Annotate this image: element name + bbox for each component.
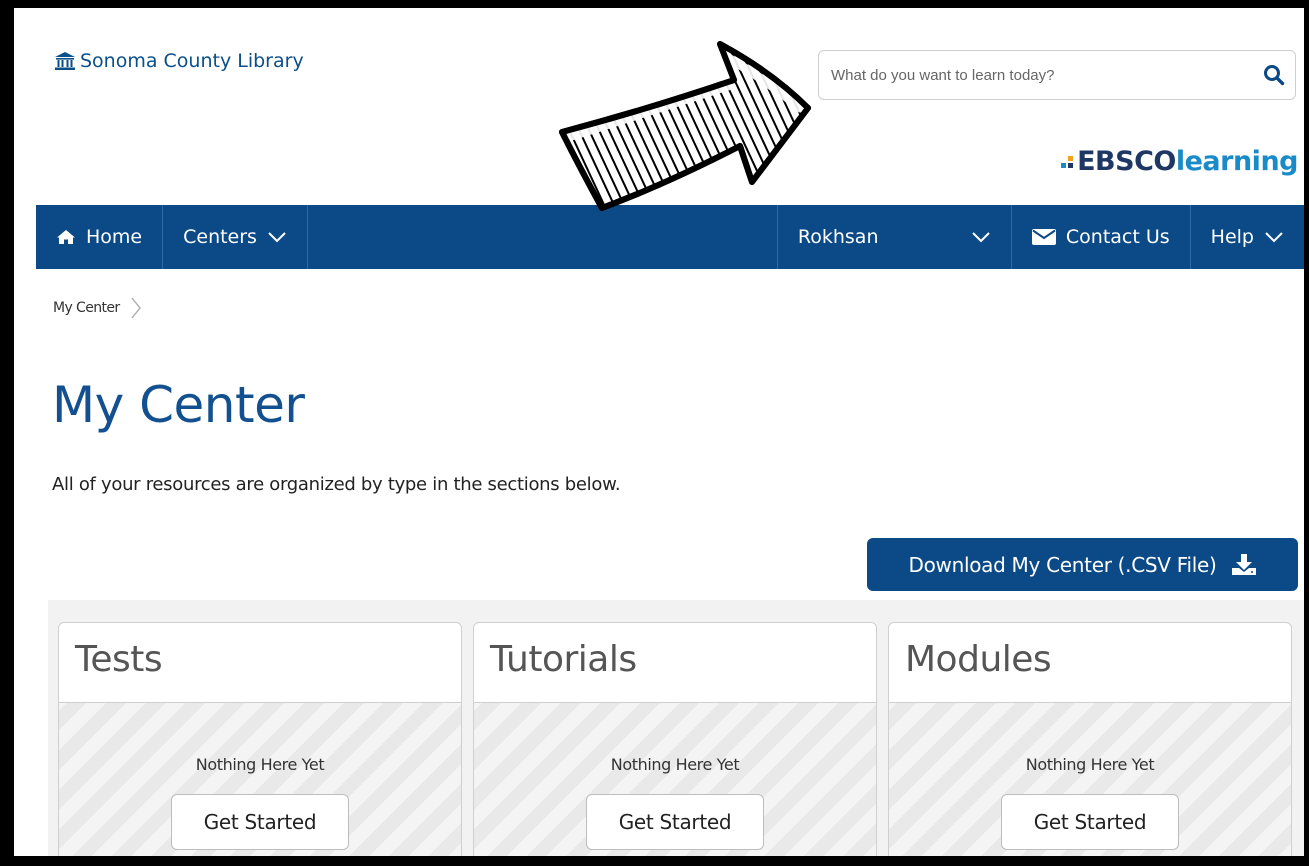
nav-home-label: Home [86,226,143,248]
page-title: My Center [52,376,305,434]
card-title: Modules [889,623,1291,703]
nav-home[interactable]: Home [36,205,164,269]
library-building-icon [55,52,75,70]
get-started-button[interactable]: Get Started [1001,794,1179,850]
nav-user-label: Rokhsan [797,226,879,248]
download-label: Download My Center (.CSV File) [908,552,1217,577]
nav-help-label: Help [1210,226,1254,248]
card-tests: Tests Nothing Here Yet Get Started [58,622,462,856]
breadcrumb-current[interactable]: My Center [53,300,120,316]
ebsco-brand-prefix: EBSCO [1077,146,1176,177]
card-tutorials: Tutorials Nothing Here Yet Get Started [473,622,877,856]
card-body: Nothing Here Yet Get Started [889,703,1291,856]
nav-contact[interactable]: Contact Us [1012,205,1191,269]
search-input[interactable] [831,66,1263,84]
nav-centers[interactable]: Centers [163,205,308,269]
card-title: Tests [59,623,461,703]
get-started-button[interactable]: Get Started [586,794,764,850]
card-title: Tutorials [474,623,876,703]
annotation-arrow-icon [559,41,811,211]
nav-help[interactable]: Help [1191,205,1304,269]
page-subtitle: All of your resources are organized by t… [52,474,621,495]
chevron-down-icon [972,232,990,243]
chevron-down-icon [1265,232,1283,243]
search-icon[interactable] [1263,64,1285,86]
library-name: Sonoma County Library [80,50,304,72]
page-frame: Sonoma County Library EBSCOlearning Home… [14,8,1304,856]
breadcrumb: My Center [53,296,142,320]
empty-state-text: Nothing Here Yet [610,755,740,774]
empty-state-text: Nothing Here Yet [1025,755,1155,774]
chevron-right-icon [131,297,141,319]
download-icon [1231,553,1256,575]
nav-centers-label: Centers [183,226,257,248]
nav-contact-label: Contact Us [1065,226,1170,248]
ebsco-brand-suffix: learning [1175,146,1299,177]
home-icon [57,230,75,244]
empty-state-text: Nothing Here Yet [195,755,325,774]
download-csv-button[interactable]: Download My Center (.CSV File) [867,538,1298,591]
ebsco-dots-icon [1061,155,1074,168]
search-box [818,50,1296,100]
ebsco-learning-logo: EBSCO learning [1061,146,1299,177]
get-started-button[interactable]: Get Started [171,794,349,850]
envelope-icon [1031,229,1056,245]
card-body: Nothing Here Yet Get Started [59,703,461,856]
card-modules: Modules Nothing Here Yet Get Started [888,622,1292,856]
library-logo[interactable]: Sonoma County Library [54,50,304,72]
chevron-down-icon [268,232,286,243]
card-body: Nothing Here Yet Get Started [474,703,876,856]
